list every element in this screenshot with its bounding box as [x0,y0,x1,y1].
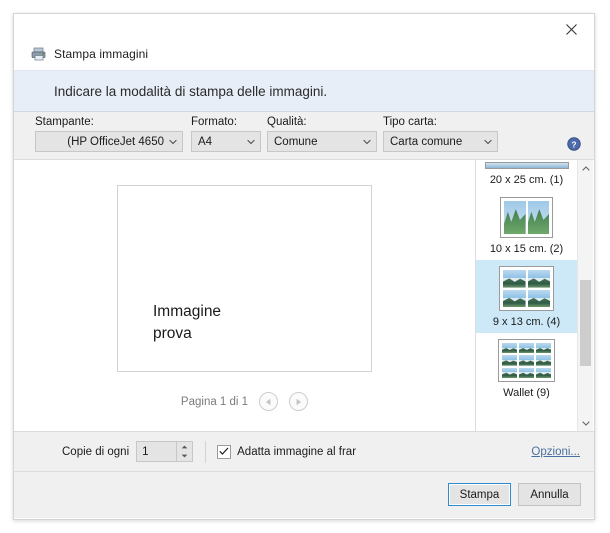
quality-value: Comune [274,135,318,148]
dialog-body: Immagine prova Pagina 1 di 1 20 x 25 cm.… [14,160,594,431]
layout-option[interactable]: Wallet (9) [476,333,577,404]
layout-thumbnail [484,162,569,169]
printer-value: (HP OfficeJet 4650 [67,135,164,148]
dialog-title: Stampa immagini [54,47,149,61]
preview-caption: Immagine prova [153,301,221,345]
copies-stepper-buttons [176,442,192,461]
copies-increment-button[interactable] [177,442,192,452]
layout-caption: 10 x 15 cm. (2) [489,243,564,255]
layout-thumbnail [499,266,554,311]
paper-type-select[interactable]: Carta comune [383,131,498,152]
help-circle-icon: ? [567,137,581,151]
copies-input[interactable] [137,442,177,461]
chevron-up-icon [581,165,590,171]
copies-decrement-button[interactable] [177,452,192,462]
chevron-down-icon [363,139,371,144]
layout-thumbnail-cell [536,367,551,378]
layout-thumbnail [500,197,553,238]
layout-option[interactable]: 9 x 13 cm. (4) [476,260,577,333]
quality-label: Qualità: [267,116,307,128]
instruction-text: Indicare la modalità di stampa delle imm… [54,83,328,99]
quality-select[interactable]: Comune [267,131,377,152]
layout-thumbnail-cell [519,355,534,366]
layout-option[interactable]: 10 x 15 cm. (2) [476,191,577,260]
triangle-left-icon [266,398,271,405]
close-button[interactable] [549,14,594,44]
layout-thumbnail-cell [527,201,549,234]
triangle-right-icon [296,398,302,405]
instruction-banner: Indicare la modalità di stampa delle imm… [14,70,594,112]
next-page-button[interactable] [289,392,309,411]
format-select[interactable]: A4 [191,131,261,152]
preview-caption-line1: Immagine [153,303,222,320]
layout-thumbnail-cell [519,343,534,354]
preview-page: Immagine prova [117,185,372,372]
help-button[interactable]: ? [567,137,581,151]
layout-thumbnail-cell [536,343,551,354]
scroll-down-button[interactable] [578,415,593,431]
spinner-up-icon [181,445,188,449]
print-button[interactable]: Stampa [448,483,511,506]
paper-type-value: Carta comune [390,135,463,148]
print-options-bar: Stampante: (HP OfficeJet 4650 Formato: A… [14,112,594,160]
scroll-up-button[interactable] [578,160,593,176]
layout-thumbnail-cell [502,343,517,354]
page-indicator: Pagina 1 di 1 [180,395,249,408]
copies-label: Copie di ogni [62,445,130,458]
paper-type-field: Tipo carta: Carta comune [383,116,498,152]
chevron-down-icon [169,139,177,144]
fit-image-checkbox[interactable] [217,444,232,459]
printer-icon [31,47,46,61]
layout-thumbnail-cell [502,355,517,366]
printer-label: Stampante: [35,116,94,128]
layout-caption: Wallet (9) [503,387,550,399]
paper-type-label: Tipo carta: [383,116,437,128]
layout-scrollbar[interactable] [577,160,593,431]
dialog-footer: Stampa Annulla [14,471,594,518]
copies-stepper[interactable] [136,441,194,462]
format-label: Formato: [191,116,238,128]
quality-field: Qualità: Comune [267,116,377,152]
layout-caption: 20 x 25 cm. (1) [489,174,564,186]
format-field: Formato: A4 [191,116,261,152]
spinner-down-icon [181,454,188,458]
layout-thumbnail-cell [504,201,526,234]
chevron-down-icon [484,139,492,144]
layout-thumbnail-cell [503,289,526,307]
preview-pane: Immagine prova Pagina 1 di 1 [14,160,475,431]
layout-thumbnail-cell [527,270,550,288]
settings-divider [205,440,207,463]
preview-pager: Pagina 1 di 1 [14,392,475,411]
fit-image-option[interactable]: Adatta immagine al frar [217,444,357,459]
printer-field: Stampante: (HP OfficeJet 4650 [35,116,183,152]
layout-thumbnail-cell [519,367,534,378]
checkmark-icon [219,447,229,455]
fit-image-label: Adatta immagine al frar [237,445,357,458]
dialog-titlebar: Stampa immagini [14,14,594,70]
scrollbar-thumb[interactable] [580,280,591,366]
settings-bar: Copie di ogni 1 Adatta immagine al frar … [14,431,594,471]
layout-thumbnail-cell [502,367,517,378]
layout-thumbnail [498,339,555,382]
layout-option[interactable]: 20 x 25 cm. (1) [476,160,577,191]
preview-caption-line2: prova [153,325,192,342]
layout-thumbnail-cell [527,289,550,307]
previous-page-button[interactable] [259,392,279,411]
cancel-button[interactable]: Annulla [518,483,581,506]
print-images-dialog: Stampa immagini Indicare la modalità di … [13,13,595,520]
chevron-down-icon [247,139,255,144]
close-icon [566,23,577,35]
svg-text:?: ? [571,139,576,149]
layout-thumbnail-cell [536,355,551,366]
chevron-down-icon [581,420,590,426]
options-link[interactable]: Opzioni... [531,446,580,458]
dialog-title-group: Stampa immagini [31,47,148,61]
layout-caption: 9 x 13 cm. (4) [492,316,561,328]
printer-select[interactable]: (HP OfficeJet 4650 [35,131,183,152]
layout-thumbnail-cell [503,270,526,288]
layout-pane: 20 x 25 cm. (1) 10 x 15 cm. (2) 9 x 13 cm.… [475,160,594,431]
layout-list[interactable]: 20 x 25 cm. (1) 10 x 15 cm. (2) 9 x 13 cm.… [476,160,577,431]
